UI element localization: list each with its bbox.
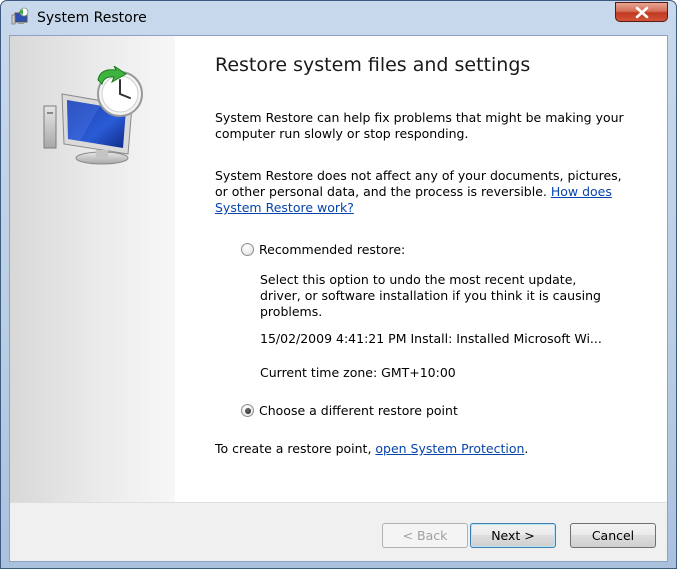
dialog-client-area: Restore system files and settings System… — [9, 35, 668, 562]
title-bar[interactable]: System Restore — [1, 1, 676, 37]
create-restore-prefix: To create a restore point, — [215, 441, 376, 456]
reversible-paragraph: System Restore does not affect any of yo… — [215, 168, 625, 216]
recommended-restore-option[interactable]: Recommended restore: — [241, 242, 405, 257]
create-restore-point-text: To create a restore point, open System P… — [215, 441, 625, 457]
next-button[interactable]: Next > — [470, 523, 556, 548]
system-restore-icon — [10, 7, 30, 27]
different-restore-point-option[interactable]: Choose a different restore point — [241, 403, 458, 418]
system-restore-window: System Restore Restore system files and … — [0, 0, 677, 569]
recommended-description: Select this option to undo the most rece… — [260, 272, 601, 319]
cancel-button[interactable]: Cancel — [570, 523, 656, 548]
window-title: System Restore — [37, 10, 147, 26]
back-button[interactable]: < Back — [382, 523, 468, 548]
recommended-restore-label: Recommended restore: — [259, 242, 406, 257]
different-restore-point-label: Choose a different restore point — [259, 403, 458, 418]
page-heading: Restore system files and settings — [215, 54, 531, 76]
close-button[interactable] — [615, 2, 668, 22]
recommended-restore-radio[interactable] — [241, 243, 254, 256]
side-panel — [10, 36, 175, 502]
close-x-icon — [635, 6, 649, 19]
timezone-info: Current time zone: GMT+10:00 — [260, 365, 456, 380]
restore-computer-icon — [40, 64, 150, 171]
create-restore-suffix: . — [524, 441, 529, 456]
button-bar: < Back Next > Cancel — [10, 503, 667, 561]
open-system-protection-link[interactable]: open System Protection — [375, 441, 524, 456]
intro-paragraph: System Restore can help fix problems tha… — [215, 110, 624, 141]
different-restore-point-radio[interactable] — [241, 404, 254, 417]
restore-point-info: 15/02/2009 4:41:21 PM Install: Installed… — [260, 331, 602, 346]
